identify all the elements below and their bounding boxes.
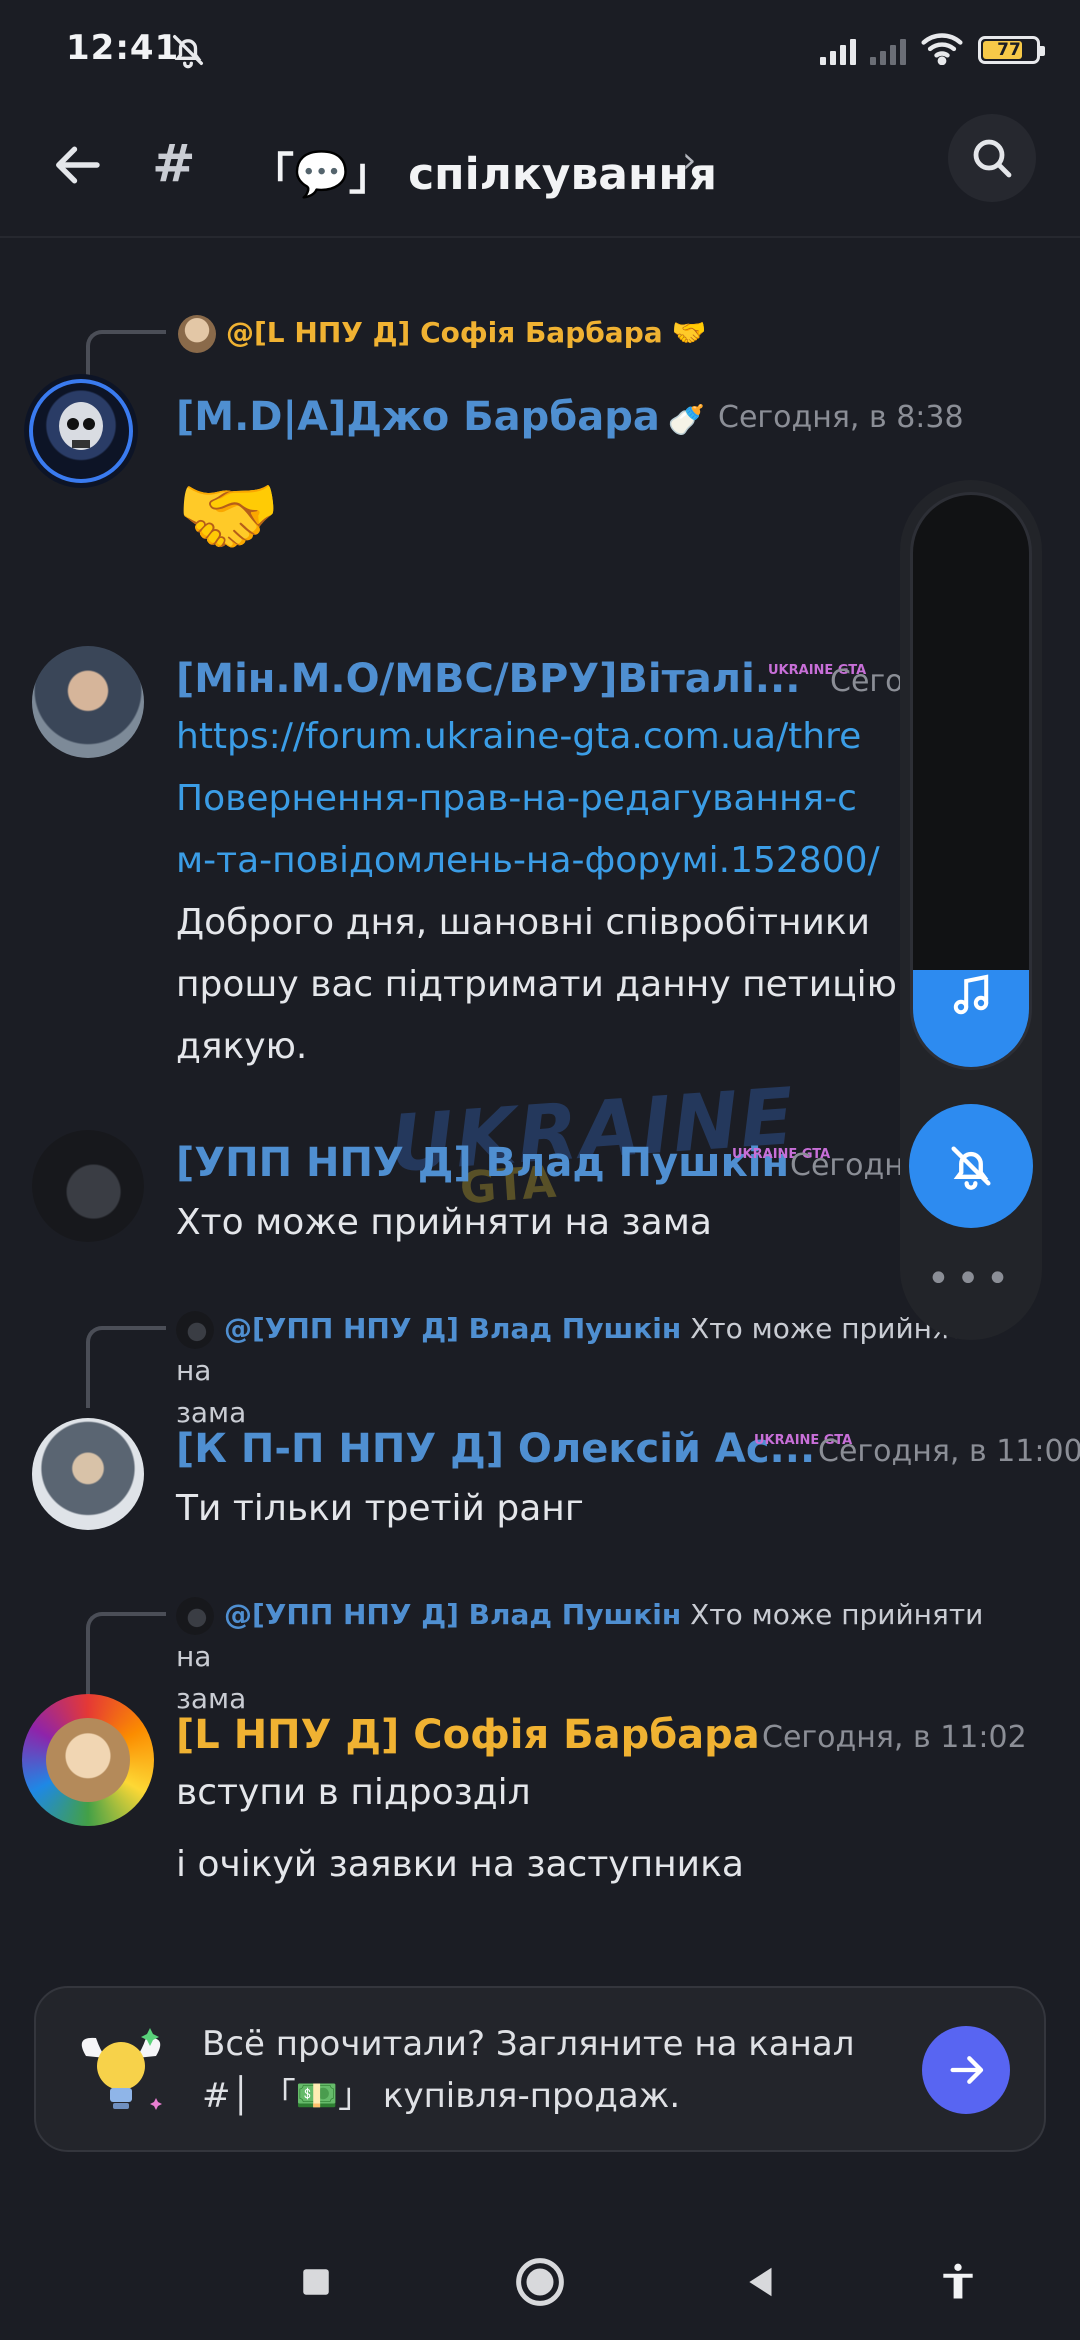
handshake-emoji: 🤝	[176, 467, 281, 565]
author-name[interactable]: [УПП НПУ Д] Влад Пушкін	[176, 1140, 789, 1186]
channel-title[interactable]: 「💬」 спілкування	[250, 138, 717, 202]
timestamp: Сегодня, в 11:02	[762, 1720, 1027, 1755]
triangle-back-icon	[749, 2267, 772, 2297]
message-content: вступи в підрозділ і очікуй заявки на за…	[176, 1772, 744, 1885]
timestamp: Сегодня, в 11:00	[818, 1434, 1080, 1469]
channel-suggestion-card[interactable]: Всё прочитали? Загляните на канал #│ 「💵」…	[34, 1986, 1046, 2152]
search-button[interactable]	[948, 114, 1036, 202]
avatar[interactable]	[32, 646, 144, 758]
accessibility-icon	[943, 2263, 973, 2299]
wifi-icon	[920, 31, 964, 69]
author-suffix: 🍼	[667, 403, 706, 438]
back-button[interactable]	[44, 130, 114, 200]
battery-icon: 77	[978, 36, 1045, 64]
reply-mention: @[УПП НПУ Д] Влад Пушкін	[224, 1598, 682, 1631]
reply-avatar	[176, 1311, 214, 1349]
recents-button[interactable]	[276, 2242, 356, 2322]
accessibility-button[interactable]	[918, 2242, 998, 2322]
discord-app: 12:41 77 # 「💬」 спілкування › @[L НПУ Д] …	[0, 0, 1080, 2340]
forum-link[interactable]: https://forum.ukraine-gta.com.ua/thre По…	[176, 706, 880, 892]
reply-text: 🤝	[671, 316, 707, 349]
reply-preview[interactable]: @[УПП НПУ Д] Влад Пушкін Хто може прийня…	[176, 1594, 996, 1720]
suggestion-text: Всё прочитали? Загляните на канал #│ 「💵」…	[202, 2024, 855, 2116]
reply-connector	[86, 330, 166, 380]
channel-header: # 「💬」 спілкування ›	[0, 100, 1080, 238]
arrow-left-icon	[56, 146, 100, 184]
message-content: 🤝	[176, 466, 281, 566]
reply-preview[interactable]: @[L НПУ Д] Софія Барбара 🤝	[178, 312, 706, 354]
signal-2-icon	[870, 35, 906, 65]
system-nav-bar	[0, 2222, 1080, 2340]
author-name[interactable]: [L НПУ Д] Софія Барбара	[176, 1712, 760, 1758]
avatar[interactable]	[32, 1418, 144, 1530]
clock: 12:41	[66, 28, 180, 68]
reply-mention: @[УПП НПУ Д] Влад Пушкін	[224, 1312, 682, 1345]
more-options-icon[interactable]: •••	[900, 1256, 1042, 1302]
author-name[interactable]: [M.D|A]Джо Барбара 🍼	[176, 394, 705, 440]
bell-off-icon	[951, 1146, 991, 1190]
search-icon	[973, 139, 1012, 178]
timestamp: Сегодня, в 8:38	[718, 400, 964, 435]
battery-level-text: 77	[997, 40, 1021, 60]
music-note-icon	[913, 971, 1029, 1031]
message-content: Ти тільки третій ранг	[176, 1488, 584, 1529]
skull-avatar-icon	[29, 379, 133, 483]
reply-avatar	[178, 315, 216, 353]
chevron-right-icon[interactable]: ›	[682, 140, 696, 181]
reply-connector	[86, 1326, 166, 1408]
reply-avatar	[176, 1597, 214, 1635]
volume-slider[interactable]	[910, 492, 1032, 1070]
lightbulb-wings-icon	[66, 2016, 176, 2126]
reply-preview[interactable]: @[УПП НПУ Д] Влад Пушкін Хто може прийня…	[176, 1308, 996, 1434]
author-name[interactable]: [К П-П НПУ Д] Олексій Ас...	[176, 1426, 815, 1472]
home-button[interactable]	[500, 2242, 580, 2322]
square-icon	[303, 2269, 329, 2295]
back-nav-button[interactable]	[722, 2242, 802, 2322]
message-content: Доброго дня, шановні співробітники прошу…	[176, 902, 897, 1067]
status-bar: 12:41 77	[0, 0, 1080, 100]
notifications-muted-icon	[168, 30, 208, 70]
message-content: Хто може прийняти на зама	[176, 1202, 712, 1243]
reply-connector	[86, 1612, 166, 1696]
mute-notifications-button[interactable]	[909, 1104, 1033, 1228]
avatar[interactable]	[32, 1130, 144, 1242]
arrow-right-icon	[950, 2056, 984, 2084]
author-name[interactable]: [Мін.М.О/МВС/ВРУ]Віталі...	[176, 656, 800, 702]
music-volume-panel: •••	[900, 480, 1042, 1340]
go-to-channel-button[interactable]	[922, 2026, 1010, 2114]
avatar[interactable]	[22, 1694, 154, 1826]
timestamp: Сегодн	[790, 1148, 904, 1183]
circle-icon	[516, 2258, 564, 2306]
cat-face-icon	[46, 1718, 130, 1802]
avatar[interactable]	[24, 374, 138, 488]
status-icons: 77	[820, 30, 1045, 70]
channel-hash-icon: #	[152, 134, 196, 194]
reply-mention: @[L НПУ Д] Софія Барбара	[226, 316, 663, 349]
signal-icon	[820, 35, 856, 65]
